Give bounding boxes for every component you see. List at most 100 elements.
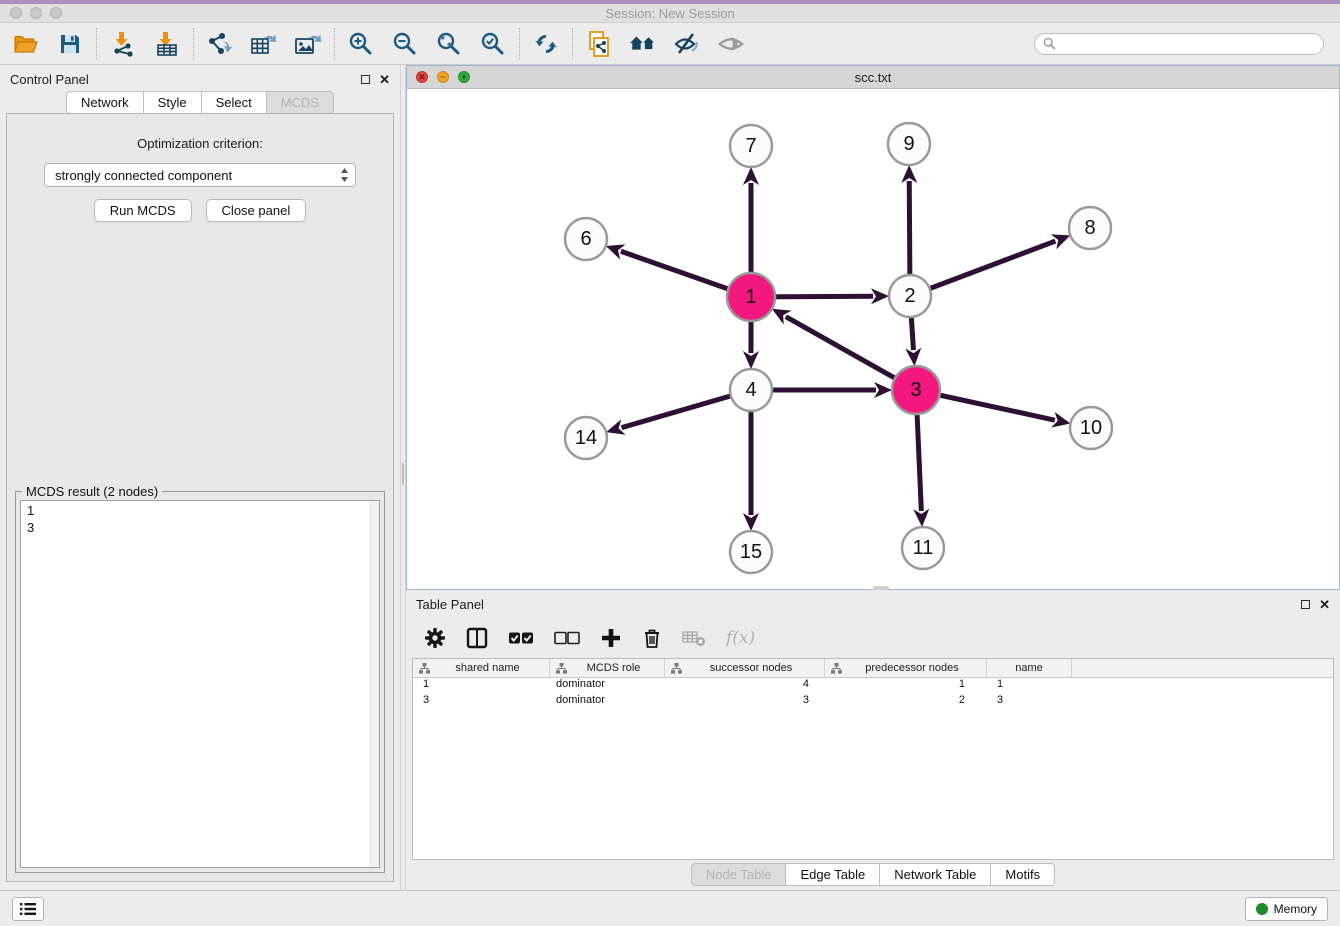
node-label-4: 4 [745,379,756,401]
memory-label: Memory [1274,902,1317,916]
network-maximize-button[interactable]: + [458,71,470,83]
show-column-panel-icon[interactable] [466,627,488,649]
clone-network-icon[interactable] [585,30,613,58]
table-row[interactable]: 1dominator411 [413,678,1333,694]
column-header-label: shared name [430,662,545,674]
network-canvas[interactable]: 7968124314101511 [407,89,1339,589]
search-input[interactable] [1061,37,1315,51]
export-table-icon[interactable] [250,30,278,58]
memory-status-icon [1256,903,1268,915]
table-tabs: Node Table Edge Table Network Table Moti… [691,863,1055,886]
table-header-row: shared name MCDS role successor nodes prede… [413,659,1333,678]
table-cell[interactable]: dominator [550,694,665,710]
table-cell[interactable]: 1 [825,678,987,694]
close-table-panel-icon[interactable]: ✕ [1319,598,1330,611]
table-cell[interactable]: dominator [550,678,665,694]
table-cell[interactable]: 1 [987,678,1072,694]
table-options-gear-icon[interactable] [424,627,446,649]
tab-network[interactable]: Network [66,91,143,114]
select-all-columns-icon[interactable] [508,631,534,645]
node-table[interactable]: shared name MCDS role successor nodes prede… [412,658,1334,860]
task-history-button[interactable] [12,897,44,921]
main-toolbar [0,23,1340,65]
close-panel-button[interactable]: Close panel [206,199,307,222]
table-row[interactable]: 3dominator323 [413,694,1333,710]
export-image-icon[interactable] [294,30,322,58]
search-field[interactable] [1034,33,1324,55]
node-label-8: 8 [1084,217,1095,239]
table-cell[interactable]: 3 [987,694,1072,710]
column-attribute-icon [671,663,682,674]
control-panel-title: Control Panel [10,72,361,87]
node-label-6: 6 [580,228,591,250]
table-cell[interactable]: 1 [413,678,550,694]
column-header-successor-nodes[interactable]: successor nodes [665,659,825,677]
network-minimize-button[interactable]: − [437,71,449,83]
status-bar: Memory [0,890,1340,926]
mcds-result-text[interactable]: 1 3 [21,501,370,867]
divider-grip[interactable] [402,463,404,485]
column-attribute-icon [831,663,842,674]
table-cell[interactable]: 3 [665,694,825,710]
node-label-1: 1 [745,286,756,308]
tab-edge-table[interactable]: Edge Table [785,863,879,886]
network-resize-grip[interactable] [873,586,889,590]
zoom-selected-icon[interactable] [479,30,507,58]
refresh-view-icon[interactable] [532,30,560,58]
column-header-shared-name[interactable]: shared name [413,659,550,677]
apply-function-icon[interactable]: f(x) [726,628,755,648]
tab-style[interactable]: Style [143,91,201,114]
column-header-MCDS-role[interactable]: MCDS role [550,659,665,677]
import-table-icon[interactable] [153,30,181,58]
table-cell[interactable]: 3 [413,694,550,710]
node-label-7: 7 [745,135,756,157]
mcds-result-group: MCDS result (2 nodes) 1 3 [15,491,385,873]
table-panel: Table Panel ✕ [406,590,1340,890]
run-mcds-button[interactable]: Run MCDS [94,199,192,222]
float-table-panel-icon[interactable] [1301,600,1310,609]
network-view-window: ✕ − + scc.txt 7968124314101511 [406,65,1340,590]
column-header-predecessor-nodes[interactable]: predecessor nodes [825,659,987,677]
tab-node-table[interactable]: Node Table [691,863,786,886]
table-cell[interactable]: 4 [665,678,825,694]
optimization-criterion-label: Optimization criterion: [7,136,393,151]
titlebar: Session: New Session [0,4,1340,23]
app-window: Session: New Session [0,0,1340,926]
save-session-icon[interactable] [56,30,84,58]
open-session-icon[interactable] [12,30,40,58]
tab-select[interactable]: Select [201,91,266,114]
show-graphics-details-icon[interactable] [717,30,745,58]
column-header-label: successor nodes [682,662,820,674]
close-panel-icon[interactable]: ✕ [379,73,390,86]
create-column-icon[interactable] [600,627,622,649]
result-scrollbar[interactable] [370,501,379,867]
network-title: scc.txt [407,70,1339,85]
import-network-icon[interactable] [109,30,137,58]
zoom-fit-icon[interactable] [435,30,463,58]
export-network-icon[interactable] [206,30,234,58]
column-header-label: predecessor nodes [842,662,982,674]
zoom-out-icon[interactable] [391,30,419,58]
node-label-9: 9 [903,133,914,155]
node-label-3: 3 [910,379,921,401]
zoom-in-icon[interactable] [347,30,375,58]
memory-button[interactable]: Memory [1245,897,1328,921]
tab-network-table[interactable]: Network Table [879,863,990,886]
network-graph[interactable]: 7968124314101511 [407,89,1338,587]
list-icon [19,902,37,916]
tab-motifs[interactable]: Motifs [990,863,1055,886]
delete-columns-icon[interactable] [642,627,662,649]
optimization-criterion-select[interactable]: strongly connected component [44,163,356,187]
delete-table-icon[interactable] [682,629,706,647]
tab-mcds[interactable]: MCDS [266,91,334,114]
float-panel-icon[interactable] [361,75,370,84]
column-header-name[interactable]: name [987,659,1072,677]
edge-2-8[interactable] [910,241,1055,296]
column-attribute-icon [419,663,430,674]
network-titlebar[interactable]: ✕ − + scc.txt [407,66,1339,89]
hide-graphics-details-icon[interactable] [673,30,701,58]
unselect-all-columns-icon[interactable] [554,631,580,645]
networks-overview-icon[interactable] [629,30,657,58]
network-close-button[interactable]: ✕ [416,71,428,83]
table-cell[interactable]: 2 [825,694,987,710]
